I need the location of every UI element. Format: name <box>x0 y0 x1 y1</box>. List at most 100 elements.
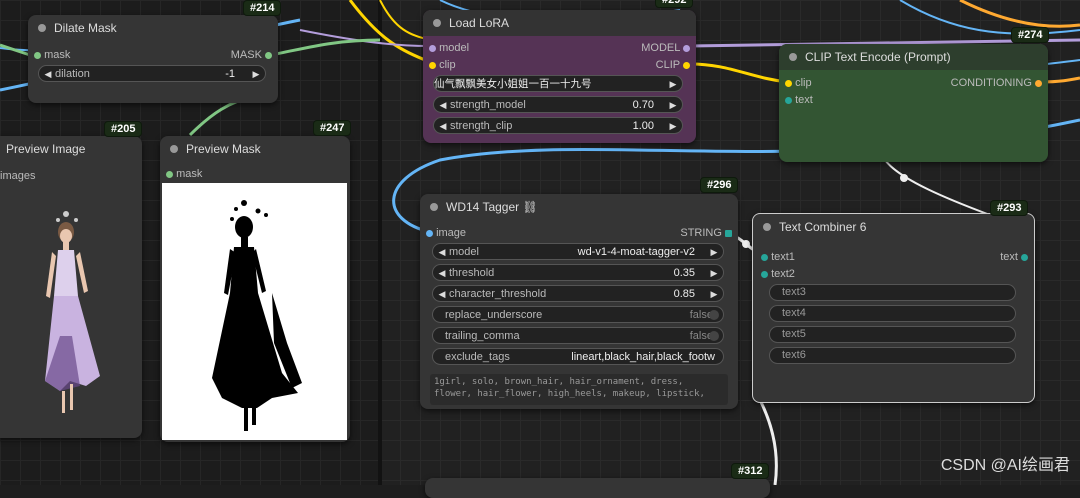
input-text1[interactable]: text1 <box>761 249 795 265</box>
input-mask[interactable]: mask <box>166 166 202 182</box>
node-id-badge: #296 <box>700 177 739 193</box>
collapse-dot-icon[interactable] <box>789 53 797 61</box>
node-title-text: Text Combiner 6 <box>779 220 867 234</box>
socket-icon[interactable] <box>265 51 272 59</box>
input-text[interactable]: text <box>785 92 813 108</box>
collapse-dot-icon[interactable] <box>433 19 441 27</box>
preview-image-picture <box>0 186 140 436</box>
preview-mask-picture <box>162 183 347 440</box>
node-title: Preview Mask <box>160 136 350 162</box>
input-label: text1 <box>771 251 795 263</box>
arrow-left-icon[interactable]: ◀ <box>437 118 449 135</box>
node-id-badge: #274 <box>1011 27 1050 43</box>
widget-value: 1.00 <box>632 120 654 132</box>
bottom-node-stub[interactable] <box>425 478 770 498</box>
field-placeholder: text6 <box>782 349 806 361</box>
input-text2[interactable]: text2 <box>761 266 795 282</box>
text4-field[interactable]: text4 <box>769 305 1016 322</box>
socket-icon[interactable] <box>166 170 173 178</box>
text3-field[interactable]: text3 <box>769 284 1016 301</box>
node-title-text: Preview Mask <box>186 142 261 156</box>
socket-icon[interactable] <box>34 51 41 59</box>
arrow-right-icon[interactable]: ▶ <box>708 265 720 282</box>
output-model[interactable]: MODEL <box>641 40 690 56</box>
socket-icon[interactable] <box>761 253 768 261</box>
arrow-left-icon[interactable]: ◀ <box>436 265 448 282</box>
socket-icon[interactable] <box>683 44 690 52</box>
socket-icon[interactable] <box>429 61 436 69</box>
threshold-widget[interactable]: ◀ threshold 0.35 ▶ <box>432 264 724 281</box>
replace-underscore-toggle[interactable]: replace_underscore false <box>432 306 724 323</box>
output-text[interactable]: text <box>1000 249 1028 265</box>
collapse-dot-icon[interactable] <box>430 203 438 211</box>
toggle-knob-icon[interactable] <box>709 331 719 341</box>
arrow-left-icon[interactable]: ◀ <box>436 244 448 261</box>
clip-text-encode-node[interactable]: CLIP Text Encode (Prompt) clip CONDITION… <box>779 44 1048 162</box>
lora-name-select[interactable]: 仙气飘飘美女小姐姐一百一十九号_1.0.safetensors ▶ <box>433 75 683 107</box>
input-label: mask <box>176 168 203 180</box>
input-model[interactable]: model <box>429 40 469 56</box>
arrow-right-icon[interactable]: ▶ <box>708 244 720 261</box>
input-label: clip <box>795 77 812 89</box>
input-mask[interactable]: mask <box>34 47 70 63</box>
socket-icon[interactable] <box>683 61 690 69</box>
socket-icon[interactable] <box>761 270 768 278</box>
exclude-tags-field[interactable]: exclude_tags lineart,black_hair,black_fo… <box>432 348 724 365</box>
widget-value: lineart,black_hair,black_footw <box>571 351 715 363</box>
socket-icon[interactable] <box>785 79 792 87</box>
output-clip[interactable]: CLIP <box>656 57 690 73</box>
node-title-text: Dilate Mask <box>54 21 117 35</box>
input-label: mask <box>44 49 71 61</box>
arrow-left-icon[interactable]: ◀ <box>437 97 449 114</box>
trailing-comma-toggle[interactable]: trailing_comma false <box>432 327 724 344</box>
input-images[interactable]: images <box>0 168 35 184</box>
arrow-left-icon[interactable]: ◀ <box>42 66 54 83</box>
dilation-widget[interactable]: ◀ dilation -1 ▶ <box>38 65 266 82</box>
node-title: Dilate Mask <box>28 15 278 41</box>
input-image[interactable]: image <box>426 225 466 241</box>
toggle-knob-icon[interactable] <box>709 310 719 320</box>
output-mask[interactable]: MASK <box>231 47 272 63</box>
arrow-right-icon[interactable]: ▶ <box>667 97 679 114</box>
preview-image-node[interactable]: Preview Image images <box>0 136 142 438</box>
widget-label: character_threshold <box>449 288 547 300</box>
model-select[interactable]: ◀ model wd-v1-4-moat-tagger-v2 ▶ <box>432 243 724 260</box>
arrow-right-icon[interactable]: ▶ <box>708 286 720 303</box>
socket-icon[interactable] <box>429 44 436 52</box>
input-label: text2 <box>771 268 795 280</box>
arrow-right-icon[interactable]: ▶ <box>667 118 679 135</box>
node-id-badge: #205 <box>104 121 143 137</box>
output-conditioning[interactable]: CONDITIONING <box>951 75 1042 91</box>
input-clip[interactable]: clip <box>785 75 812 91</box>
input-clip[interactable]: clip <box>429 57 456 73</box>
tags-line: 1girl, solo, brown_hair, hair_ornament, … <box>434 377 684 387</box>
strength-model-widget[interactable]: ◀ strength_model 0.70 ▶ <box>433 96 683 113</box>
output-label: STRING <box>680 227 722 239</box>
arrow-right-icon[interactable]: ▶ <box>250 66 262 83</box>
socket-icon[interactable] <box>785 96 792 104</box>
socket-icon[interactable] <box>426 229 433 237</box>
dilate-mask-node[interactable]: Dilate Mask mask MASK ◀ dilation -1 ▶ <box>28 15 278 103</box>
text6-field[interactable]: text6 <box>769 347 1016 364</box>
output-label: MASK <box>230 49 262 61</box>
field-placeholder: text4 <box>782 307 806 319</box>
grid-socket-icon[interactable] <box>725 229 732 237</box>
tags-output-textarea[interactable]: 1girl, solo, brown_hair, hair_ornament, … <box>430 374 728 405</box>
collapse-dot-icon[interactable] <box>170 145 178 153</box>
wire-mask <box>269 38 381 57</box>
collapse-dot-icon[interactable] <box>763 223 771 231</box>
arrow-left-icon[interactable]: ◀ <box>436 286 448 303</box>
arrow-right-icon[interactable]: ▶ <box>667 76 679 93</box>
preview-mask-node[interactable]: Preview Mask mask <box>160 136 350 442</box>
node-id-badge: #312 <box>731 463 770 479</box>
wd14-tagger-node[interactable]: WD14 Tagger ⛓ image STRING ◀ model wd-v1… <box>420 194 738 409</box>
socket-icon[interactable] <box>1021 253 1028 261</box>
text-combiner-node[interactable]: Text Combiner 6 text1 text text2 text3 t… <box>752 213 1035 403</box>
load-lora-node[interactable]: Load LoRA model MODEL clip CLIP 仙气飘飘美女小姐… <box>423 10 696 143</box>
text5-field[interactable]: text5 <box>769 326 1016 343</box>
output-string[interactable]: STRING <box>680 225 732 241</box>
socket-icon[interactable] <box>1035 79 1042 87</box>
strength-clip-widget[interactable]: ◀ strength_clip 1.00 ▶ <box>433 117 683 134</box>
character-threshold-widget[interactable]: ◀ character_threshold 0.85 ▶ <box>432 285 724 302</box>
collapse-dot-icon[interactable] <box>38 24 46 32</box>
